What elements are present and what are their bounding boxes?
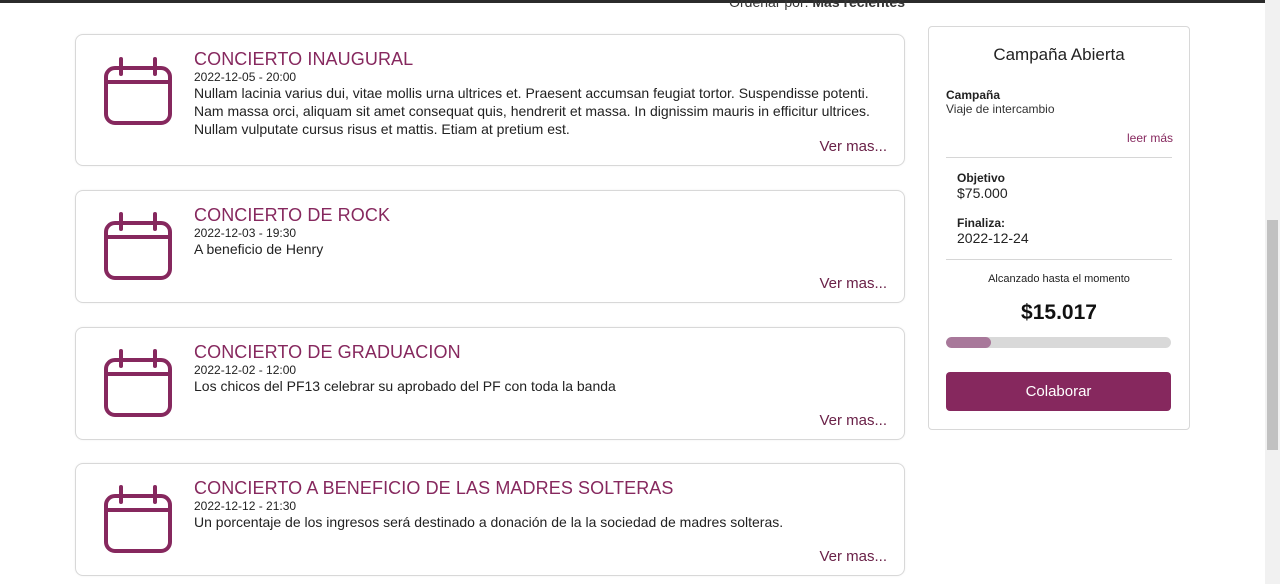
calendar-icon xyxy=(104,212,172,280)
campaign-panel-title: Campaña Abierta xyxy=(993,45,1125,64)
sort-value[interactable]: Más recientes xyxy=(812,0,905,10)
reached-label: Alcanzado hasta el momento xyxy=(988,273,1130,285)
divider xyxy=(946,259,1172,260)
reached-amount: $15.017 xyxy=(1021,301,1097,324)
event-description: Un porcentaje de los ingresos será desti… xyxy=(194,514,784,530)
divider xyxy=(946,157,1172,158)
event-date: 2022-12-03 - 19:30 xyxy=(194,226,297,240)
see-more-link[interactable]: Ver mas... xyxy=(819,412,887,429)
scrollbar-thumb[interactable] xyxy=(1267,220,1278,450)
event-card: CONCIERTO A BENEFICIO DE LAS MADRES SOLT… xyxy=(75,463,905,576)
event-date: 2022-12-02 - 12:00 xyxy=(194,363,297,377)
progress-bar-fill xyxy=(946,337,991,348)
campaign-name: Viaje de intercambio xyxy=(946,102,1055,116)
see-more-link[interactable]: Ver mas... xyxy=(819,138,887,155)
sort-label: Ordenar por: xyxy=(729,0,809,10)
goal-label: Objetivo xyxy=(957,171,1006,185)
event-description: Los chicos del PF13 celebrar su aprobado… xyxy=(194,378,616,394)
campaign-label: Campaña xyxy=(946,88,1001,102)
event-title: CONCIERTO DE GRADUACION xyxy=(194,342,461,362)
progress-bar xyxy=(946,337,1171,348)
top-border xyxy=(0,0,1280,3)
ends-value: 2022-12-24 xyxy=(957,230,1029,246)
campaign-panel: Campaña Abierta Campaña Viaje de interca… xyxy=(928,26,1190,430)
collaborate-button[interactable]: Colaborar xyxy=(946,372,1171,411)
calendar-icon xyxy=(104,57,172,125)
event-card: CONCIERTO DE GRADUACION 2022-12-02 - 12:… xyxy=(75,327,905,440)
sort-control[interactable]: Ordenar por: Más recientes xyxy=(700,0,905,10)
goal-value: $75.000 xyxy=(957,185,1008,201)
event-title: CONCIERTO DE ROCK xyxy=(194,205,391,225)
event-card: CONCIERTO INAUGURAL 2022-12-05 - 20:00 N… xyxy=(75,34,905,166)
event-description: Nullam lacinia varius dui, vitae mollis … xyxy=(194,85,870,137)
see-more-link[interactable]: Ver mas... xyxy=(819,275,887,292)
see-more-link[interactable]: Ver mas... xyxy=(819,548,887,565)
event-description: A beneficio de Henry xyxy=(194,241,324,257)
ends-label: Finaliza: xyxy=(957,216,1006,230)
event-card: CONCIERTO DE ROCK 2022-12-03 - 19:30 A b… xyxy=(75,190,905,303)
read-more-link[interactable]: leer más xyxy=(1127,131,1173,145)
event-title: CONCIERTO INAUGURAL xyxy=(194,49,414,69)
calendar-icon xyxy=(104,349,172,417)
calendar-icon xyxy=(104,485,172,553)
event-date: 2022-12-12 - 21:30 xyxy=(194,499,297,513)
event-date: 2022-12-05 - 20:00 xyxy=(194,70,297,84)
event-title: CONCIERTO A BENEFICIO DE LAS MADRES SOLT… xyxy=(194,478,674,498)
